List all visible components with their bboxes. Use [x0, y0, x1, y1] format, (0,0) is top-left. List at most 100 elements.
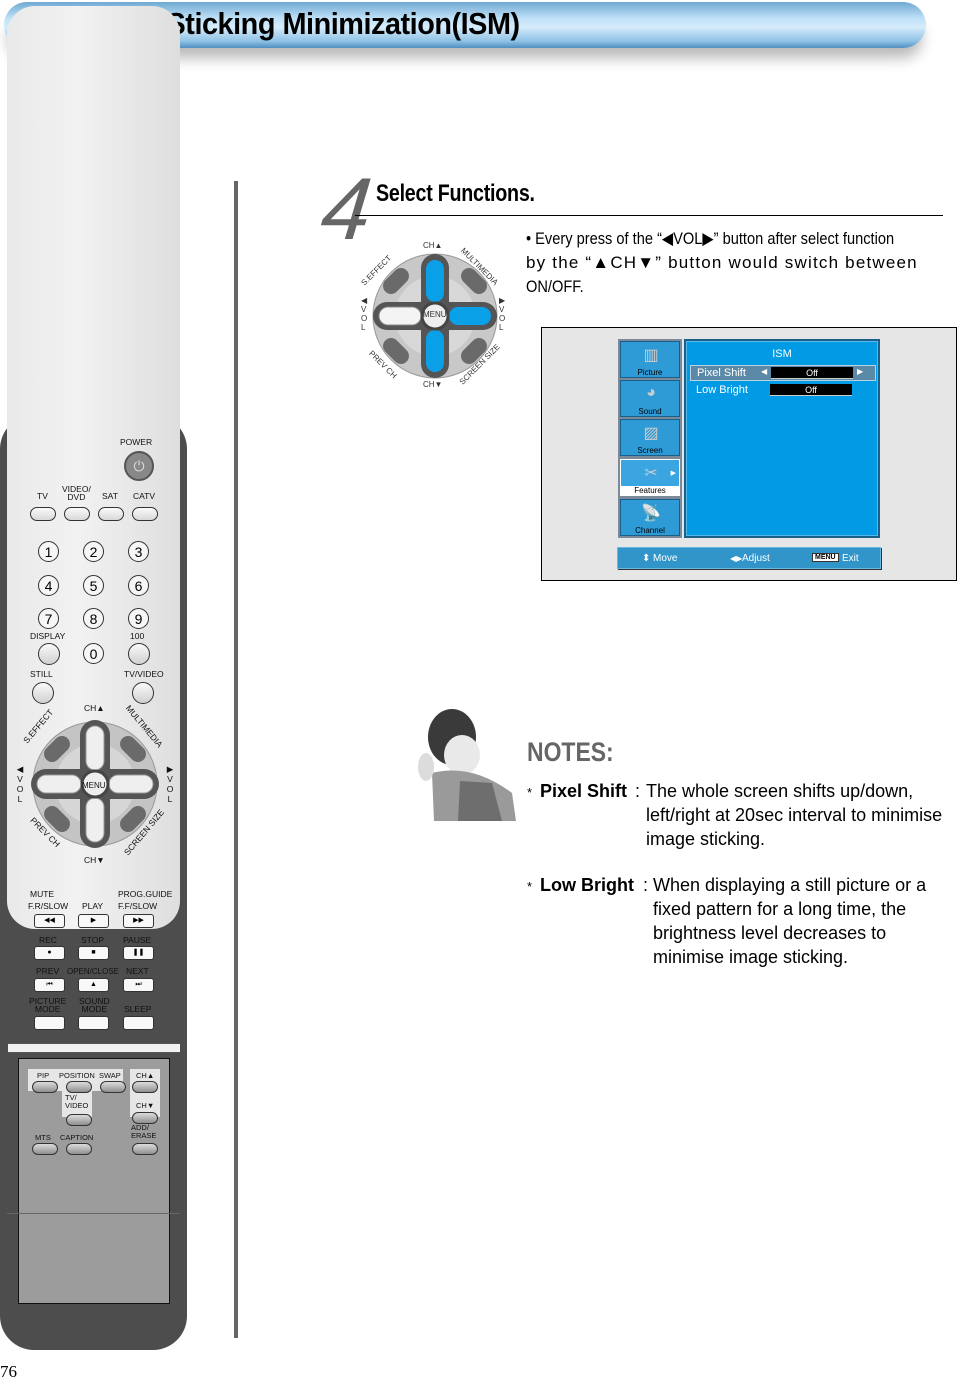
sleep-button[interactable]: [123, 1016, 154, 1030]
pip-panel: PIP POSITION SWAP CH▲ TV/ VIDEO CH▼ MTS …: [18, 1058, 170, 1304]
digit-1-button[interactable]: 1: [38, 541, 59, 562]
vol-up-key: [108, 774, 154, 794]
features-icon: ✂: [644, 465, 658, 482]
menu-chip: MENU: [812, 553, 839, 562]
digit-5-button[interactable]: 5: [83, 575, 104, 596]
video-dvd-button[interactable]: [64, 507, 90, 521]
note-pixel-shift: * Pixel Shift : The whole screen shifts …: [527, 779, 957, 854]
digit-9-button[interactable]: 9: [128, 608, 149, 629]
ch-up-key: [426, 260, 444, 302]
sound-icon: ◕: [646, 384, 656, 401]
hundred-button[interactable]: [128, 643, 150, 665]
transport-label: REC: [39, 935, 57, 945]
osd-sidebar: ▥ Picture ◕ Sound ▨ Screen ✂ ▶ Features …: [618, 339, 682, 538]
note-colon: :: [635, 781, 641, 801]
ch-down-key: [85, 797, 105, 843]
transport-label: STOP: [81, 935, 104, 945]
mute-label: MUTE: [30, 889, 55, 899]
mascot-icon: [418, 709, 516, 821]
transport-label: NEXT: [126, 966, 149, 976]
vol-left-key: [378, 306, 422, 326]
note-term: Low Bright: [540, 875, 634, 895]
swap-button[interactable]: [100, 1081, 126, 1093]
sound-mode-label: SOUND MODE: [79, 996, 110, 1014]
menu-label: MENU: [82, 781, 106, 790]
remote-lower-divider: [7, 1213, 180, 1214]
osd-footer-exit: Exit: [842, 553, 859, 564]
mts-button[interactable]: [32, 1143, 58, 1155]
add-erase-button[interactable]: [132, 1143, 158, 1155]
pip-button[interactable]: [32, 1081, 58, 1093]
pip-label: PIP: [37, 1071, 50, 1080]
pip-ch-up-button[interactable]: [132, 1081, 158, 1093]
submenu-arrow-icon: ▶: [670, 470, 676, 477]
osd-row-value: Off: [771, 367, 853, 379]
display-label: DISPLAY: [30, 631, 66, 641]
osd-sidebar-label: Sound: [638, 407, 662, 416]
catv-button[interactable]: [132, 507, 158, 521]
still-label: STILL: [30, 669, 53, 679]
digit-0-button[interactable]: 0: [83, 643, 104, 664]
transport-label: F.R/SLOW: [28, 901, 69, 911]
note-low-bright: * Low Bright : When displaying a still p…: [527, 873, 957, 973]
channel-icon: 📡: [641, 505, 661, 522]
note-line: brightness level decreases to: [653, 923, 887, 943]
pip-tv-video-button[interactable]: [66, 1114, 92, 1126]
play-button[interactable]: ▶: [78, 914, 109, 928]
dpad-illustration: MENU CH▲ CH▼ S.EFFECT MULTIMEDIA PREV CH…: [355, 240, 515, 390]
fr-slow-button[interactable]: ◀◀: [34, 914, 65, 928]
pause-button[interactable]: ❚❚: [123, 946, 154, 960]
sat-button[interactable]: [98, 507, 124, 521]
digit-6-button[interactable]: 6: [128, 575, 149, 596]
digit-8-button[interactable]: 8: [83, 608, 104, 629]
transport-label: PREV: [36, 966, 60, 976]
power-button[interactable]: ⏻: [124, 451, 154, 481]
digit-2-button[interactable]: 2: [83, 541, 104, 562]
osd-sidebar-item-picture[interactable]: ▥ Picture: [620, 341, 680, 378]
osd-row-low-bright[interactable]: Low Bright Off: [690, 383, 876, 399]
digit-7-button[interactable]: 7: [38, 608, 59, 629]
step-desc-line: ON/OFF.: [526, 277, 584, 296]
note-colon: :: [643, 875, 649, 895]
page-number: 76: [0, 1362, 17, 1381]
arrow-left-icon[interactable]: ◀: [761, 367, 767, 376]
next-button[interactable]: ⏭: [123, 978, 154, 992]
position-label: POSITION: [59, 1071, 95, 1080]
note-line: image sticking.: [646, 829, 766, 849]
osd-sidebar-label: Channel: [635, 526, 665, 535]
step-rule: [355, 215, 943, 216]
display-button[interactable]: [38, 643, 60, 665]
vol-down-key: [36, 774, 82, 794]
digit-3-button[interactable]: 3: [128, 541, 149, 562]
osd-sidebar-item-features[interactable]: ✂ ▶ Features: [620, 459, 680, 496]
open-close-button[interactable]: ▲: [78, 978, 109, 992]
osd-sidebar-item-sound[interactable]: ◕ Sound: [620, 380, 680, 417]
osd-title: ISM: [772, 348, 792, 360]
prog-guide-label: PROG.GUIDE: [118, 889, 173, 899]
note-line: minimise image sticking.: [653, 947, 849, 967]
caption-label: CAPTION: [60, 1133, 94, 1142]
leftright-icon: ◀▶: [730, 554, 743, 563]
screen-icon: ▨: [643, 425, 659, 442]
pip-ch-down-label: CH▼: [136, 1101, 155, 1110]
caption-button[interactable]: [66, 1143, 92, 1155]
power-label: POWER: [120, 437, 153, 447]
prev-button[interactable]: ⏮: [34, 978, 65, 992]
dpad-menu-label: MENU: [423, 310, 447, 319]
picture-mode-button[interactable]: [34, 1016, 65, 1030]
step-title: Select Functions.: [376, 180, 535, 207]
osd-row-pixel-shift[interactable]: Pixel Shift ◀ Off ▶: [690, 365, 876, 381]
dpad-ch-up-label: CH▲: [423, 241, 443, 250]
digit-4-button[interactable]: 4: [38, 575, 59, 596]
ff-slow-button[interactable]: ▶▶: [123, 914, 154, 928]
stop-button[interactable]: ■: [78, 946, 109, 960]
osd-footer-move: Move: [653, 553, 678, 564]
tv-button[interactable]: [30, 507, 56, 521]
sound-mode-button[interactable]: [78, 1016, 109, 1030]
rec-button[interactable]: ●: [34, 946, 65, 960]
osd-sidebar-item-screen[interactable]: ▨ Screen: [620, 419, 680, 456]
hundred-label: 100: [130, 631, 145, 641]
osd-sidebar-item-channel[interactable]: 📡 Channel: [620, 499, 680, 536]
arrow-right-icon[interactable]: ▶: [857, 367, 863, 376]
position-button[interactable]: [66, 1081, 92, 1093]
